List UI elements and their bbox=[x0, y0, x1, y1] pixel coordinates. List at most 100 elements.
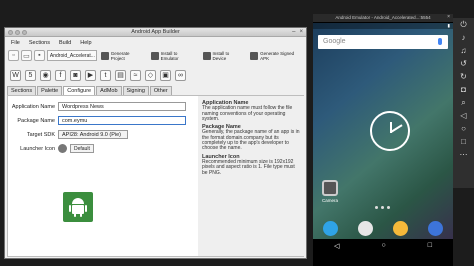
rotate-left-icon[interactable]: ↺ bbox=[460, 59, 467, 68]
page-dots bbox=[375, 206, 390, 209]
rotate-right-icon[interactable]: ↻ bbox=[460, 72, 467, 81]
window-title: Android App Builder bbox=[131, 29, 180, 35]
clock-widget[interactable] bbox=[370, 111, 410, 151]
emulator-close-icon[interactable]: × bbox=[447, 14, 450, 20]
facebook-icon[interactable]: f bbox=[55, 69, 66, 81]
launcher-label: Launcher Icon bbox=[20, 145, 55, 152]
app-name-input[interactable]: Wordpress News bbox=[58, 102, 186, 111]
emulator-window: Android Emulator - Android_Accelerated..… bbox=[313, 14, 453, 266]
generate-project-button[interactable]: Generate Project bbox=[99, 49, 147, 62]
tab-configure[interactable]: Configure bbox=[63, 86, 96, 95]
google-logo: Google bbox=[323, 38, 346, 45]
app-dock bbox=[313, 218, 453, 238]
app-name-label: Application Name bbox=[11, 103, 55, 110]
app-drawer-icon[interactable] bbox=[358, 220, 373, 236]
tab-sections[interactable]: Sections bbox=[7, 86, 37, 95]
install-emulator-button[interactable]: Install to Emulator bbox=[149, 49, 199, 62]
zoom-icon[interactable]: ⌕ bbox=[461, 98, 465, 107]
soundcloud-icon[interactable]: ≈ bbox=[130, 69, 141, 81]
new-file-icon[interactable]: ▫ bbox=[8, 50, 19, 61]
help-text-app-name: The application name must follow the fil… bbox=[202, 105, 293, 122]
camera-app[interactable]: Camera bbox=[318, 180, 342, 203]
phone-icon[interactable] bbox=[323, 220, 338, 236]
tab-other[interactable]: Other bbox=[149, 86, 172, 95]
sdk-select[interactable]: API28: Android 9.0 (Pie) bbox=[58, 130, 128, 139]
launcher-row: Launcher Icon Default bbox=[8, 144, 94, 153]
install-device-button[interactable]: Install to Device bbox=[201, 49, 247, 62]
rss-icon[interactable]: ◉ bbox=[40, 69, 51, 81]
package-row: Package Name com.eymu bbox=[8, 116, 186, 125]
screenshot-icon[interactable]: ◘ bbox=[461, 85, 466, 94]
map-icon[interactable]: ◇ bbox=[145, 69, 156, 81]
device-icon bbox=[202, 51, 211, 60]
save-icon[interactable]: ▪ bbox=[33, 50, 45, 61]
microphone-icon[interactable] bbox=[438, 38, 442, 45]
menu-sections[interactable]: Sections bbox=[29, 40, 50, 46]
html5-icon[interactable]: 5 bbox=[25, 69, 36, 81]
section-icon-bar: W 5 ◉ f ◙ ▶ t ▤ ≈ ◇ ▣ ∞ bbox=[5, 67, 306, 83]
close-icon[interactable]: × bbox=[299, 29, 303, 35]
android-home-screen: ▮ Google Camera ◁ ○ □ bbox=[313, 23, 453, 252]
volume-down-icon[interactable]: ♫ bbox=[461, 46, 467, 55]
overview-icon[interactable]: □ bbox=[461, 137, 466, 146]
android-icon bbox=[69, 198, 87, 217]
twitter-icon[interactable]: t bbox=[100, 69, 111, 81]
messages-icon[interactable] bbox=[393, 220, 408, 236]
help-panel: Application Name The application name mu… bbox=[198, 96, 304, 256]
menu-build[interactable]: Build bbox=[59, 40, 71, 46]
home-button-icon[interactable]: ○ bbox=[461, 124, 466, 133]
open-folder-icon[interactable]: ▭ bbox=[20, 50, 32, 61]
tab-palette[interactable]: Palette bbox=[37, 86, 63, 95]
volume-up-icon[interactable]: ♪ bbox=[462, 33, 466, 42]
app-builder-window: Android App Builder – × File Sections Bu… bbox=[4, 27, 307, 259]
package-label: Package Name bbox=[17, 117, 55, 124]
menu-file[interactable]: File bbox=[11, 40, 20, 46]
project-select[interactable]: Android_Accelerat... bbox=[46, 50, 97, 61]
wordpress-icon[interactable]: W bbox=[10, 69, 21, 81]
menu-bar: File Sections Build Help bbox=[5, 38, 306, 47]
link-icon[interactable]: ∞ bbox=[175, 69, 186, 81]
tab-bar: Sections Palette Configure AdMob Signing… bbox=[7, 86, 172, 95]
image-icon[interactable]: ▣ bbox=[160, 69, 171, 81]
home-icon[interactable]: ○ bbox=[381, 242, 385, 249]
configure-form: Application Name Wordpress News Package … bbox=[8, 96, 196, 256]
sdk-row: Target SDK API28: Android 9.0 (Pie) bbox=[8, 130, 128, 139]
app-name-row: Application Name Wordpress News bbox=[8, 102, 186, 111]
window-controls[interactable]: – × bbox=[292, 29, 303, 35]
gear-icon bbox=[100, 51, 109, 60]
launcher-preview[interactable] bbox=[63, 192, 93, 222]
twitch-icon[interactable]: ▤ bbox=[115, 69, 126, 81]
back-icon[interactable]: ◁ bbox=[334, 242, 339, 250]
phone-icon bbox=[150, 51, 159, 60]
apk-icon bbox=[250, 51, 259, 60]
instagram-icon[interactable]: ◙ bbox=[70, 69, 81, 81]
tab-admob[interactable]: AdMob bbox=[96, 86, 122, 95]
back-button-icon[interactable]: ◁ bbox=[460, 111, 466, 120]
tab-signing[interactable]: Signing bbox=[122, 86, 149, 95]
sdk-label: Target SDK bbox=[26, 131, 55, 138]
menu-help[interactable]: Help bbox=[80, 40, 91, 46]
launcher-toggle-icon[interactable] bbox=[58, 144, 67, 153]
more-icon[interactable]: ⋯ bbox=[460, 150, 468, 159]
status-bar: ▮ bbox=[313, 23, 453, 29]
power-icon[interactable]: ⏻ bbox=[460, 20, 466, 29]
toolbar: ▫ ▭ ▪ Android_Accelerat... Generate Proj… bbox=[5, 48, 306, 63]
youtube-icon[interactable]: ▶ bbox=[85, 69, 96, 81]
browser-icon[interactable] bbox=[428, 220, 443, 236]
package-input[interactable]: com.eymu bbox=[58, 116, 186, 125]
help-text-package: Generally, the package name of an app is… bbox=[202, 129, 300, 152]
title-bar: Android App Builder – × bbox=[5, 28, 306, 37]
default-button[interactable]: Default bbox=[70, 144, 94, 153]
camera-label: Camera bbox=[321, 198, 338, 203]
minimize-icon[interactable]: – bbox=[292, 29, 295, 35]
clock-minute-hand bbox=[390, 124, 403, 133]
emulator-controls: ⏻ ♪ ♫ ↺ ↻ ◘ ⌕ ◁ ○ □ ⋯ bbox=[453, 18, 474, 188]
nav-bar: ◁ ○ □ bbox=[313, 239, 453, 252]
emulator-title: Android Emulator - Android_Accelerated..… bbox=[313, 14, 453, 22]
camera-icon bbox=[322, 180, 338, 196]
recents-icon[interactable]: □ bbox=[428, 242, 432, 249]
configure-panel: Application Name Wordpress News Package … bbox=[7, 95, 304, 257]
generate-signed-apk-button[interactable]: Generate Signed APK bbox=[248, 49, 306, 62]
help-text-launcher: Recommended minimum size is 192x192 pixe… bbox=[202, 158, 295, 176]
google-search-bar[interactable]: Google bbox=[318, 35, 448, 49]
